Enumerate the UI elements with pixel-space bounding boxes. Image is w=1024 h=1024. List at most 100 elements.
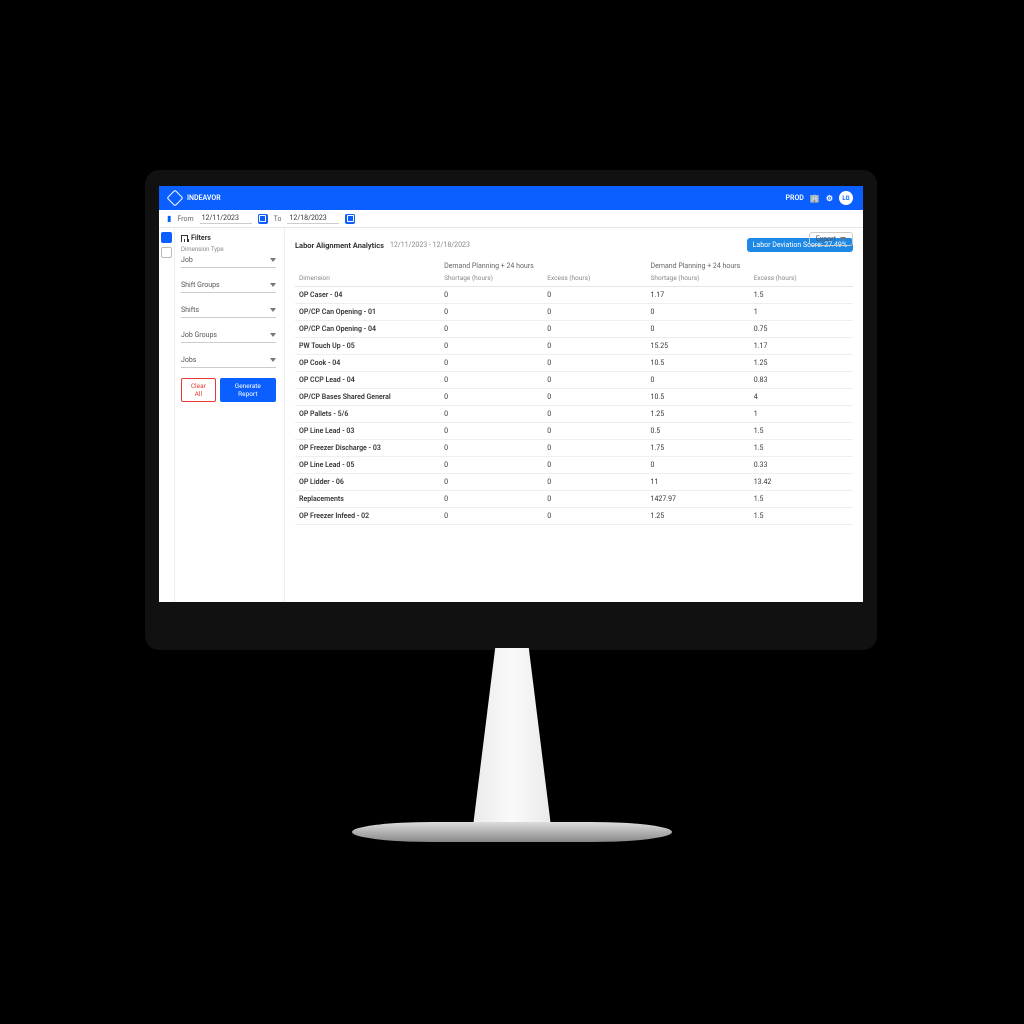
table-row[interactable]: PW Touch Up - 050015.251.17 <box>295 338 853 355</box>
report-area: Export Labor Alignment Analytics 12/11/2… <box>285 228 863 602</box>
cell-shortage-a: 0 <box>440 406 543 423</box>
monitor-base <box>352 822 672 842</box>
table-row[interactable]: OP/CP Bases Shared General0010.54 <box>295 389 853 406</box>
cell-excess-b: 4 <box>750 389 853 406</box>
from-date-input[interactable] <box>200 213 252 224</box>
cell-excess-a: 0 <box>543 338 646 355</box>
cell-excess-b: 1.5 <box>750 287 853 304</box>
dimension-type-select[interactable]: Job <box>181 253 276 268</box>
chevron-down-icon <box>270 358 276 362</box>
building-icon[interactable]: 🏢 <box>810 194 820 203</box>
cell-shortage-a: 0 <box>440 508 543 525</box>
table-row[interactable]: OP Freezer Infeed - 02001.251.5 <box>295 508 853 525</box>
filter-icon <box>181 235 188 242</box>
cell-shortage-b: 1427.97 <box>647 491 750 508</box>
cell-excess-a: 0 <box>543 406 646 423</box>
rail-secondary-icon[interactable] <box>161 247 172 258</box>
job-groups-select[interactable]: Job Groups <box>181 328 276 343</box>
cell-shortage-a: 0 <box>440 304 543 321</box>
table-row[interactable]: OP/CP Can Opening - 040000.75 <box>295 321 853 338</box>
calendar-icon[interactable] <box>258 214 268 224</box>
cell-excess-b: 1.5 <box>750 423 853 440</box>
cell-dimension: OP/CP Bases Shared General <box>295 389 440 406</box>
rail-analytics-icon[interactable] <box>161 232 172 243</box>
col-dimension: Dimension <box>295 272 440 287</box>
report-title: Labor Alignment Analytics <box>295 241 384 250</box>
chevron-down-icon <box>270 333 276 337</box>
select-label: Job Groups <box>181 331 217 339</box>
table-row[interactable]: OP Caser - 04001.171.5 <box>295 287 853 304</box>
cell-excess-a: 0 <box>543 423 646 440</box>
cell-shortage-a: 0 <box>440 321 543 338</box>
table-row[interactable]: OP Line Lead - 050000.33 <box>295 457 853 474</box>
table-row[interactable]: OP Cook - 040010.51.25 <box>295 355 853 372</box>
table-row[interactable]: OP/CP Can Opening - 010001 <box>295 304 853 321</box>
column-group-b: Demand Planning + 24 hours <box>647 258 853 272</box>
cell-excess-b: 13.42 <box>750 474 853 491</box>
cell-shortage-b: 0 <box>647 321 750 338</box>
clear-all-button[interactable]: Clear All <box>181 378 216 402</box>
cell-shortage-b: 1.25 <box>647 508 750 525</box>
cell-shortage-a: 0 <box>440 287 543 304</box>
generate-report-button[interactable]: Generate Report <box>220 378 276 402</box>
table-row[interactable]: OP Line Lead - 03000.51.5 <box>295 423 853 440</box>
cell-shortage-b: 1.17 <box>647 287 750 304</box>
select-label: Shift Groups <box>181 281 220 289</box>
cell-dimension: OP Freezer Infeed - 02 <box>295 508 440 525</box>
cell-shortage-a: 0 <box>440 491 543 508</box>
cell-excess-b: 1.25 <box>750 355 853 372</box>
cell-dimension: OP Lidder - 06 <box>295 474 440 491</box>
cell-dimension: PW Touch Up - 05 <box>295 338 440 355</box>
to-label: To <box>274 215 282 223</box>
cell-shortage-a: 0 <box>440 474 543 491</box>
chart-icon: ▮ <box>167 214 171 223</box>
table-row[interactable]: OP Freezer Discharge - 03001.751.5 <box>295 440 853 457</box>
avatar[interactable]: LG <box>839 191 853 205</box>
cell-excess-a: 0 <box>543 389 646 406</box>
table-row[interactable]: OP CCP Lead - 040000.83 <box>295 372 853 389</box>
select-label: Shifts <box>181 306 199 314</box>
col-shortage-b: Shortage (hours) <box>647 272 750 287</box>
to-date-input[interactable] <box>287 213 339 224</box>
cell-shortage-b: 0 <box>647 457 750 474</box>
jobs-select[interactable]: Jobs <box>181 353 276 368</box>
table-row[interactable]: Replacements001427.971.5 <box>295 491 853 508</box>
cell-shortage-b: 10.5 <box>647 389 750 406</box>
cell-shortage-b: 1.75 <box>647 440 750 457</box>
cell-dimension: OP Line Lead - 05 <box>295 457 440 474</box>
calendar-icon[interactable] <box>345 214 355 224</box>
analytics-table: Demand Planning + 24 hours Demand Planni… <box>295 258 853 525</box>
cell-shortage-a: 0 <box>440 389 543 406</box>
cell-shortage-b: 0.5 <box>647 423 750 440</box>
chevron-down-icon <box>270 258 276 262</box>
cell-dimension: OP/CP Can Opening - 01 <box>295 304 440 321</box>
from-label: From <box>177 215 193 223</box>
shift-groups-select[interactable]: Shift Groups <box>181 278 276 293</box>
cell-dimension: OP CCP Lead - 04 <box>295 372 440 389</box>
cell-excess-b: 0.83 <box>750 372 853 389</box>
nav-rail <box>159 228 175 602</box>
cell-excess-a: 0 <box>543 304 646 321</box>
chevron-down-icon <box>840 237 846 241</box>
chevron-down-icon <box>270 283 276 287</box>
cell-excess-a: 0 <box>543 457 646 474</box>
filters-title: Filters <box>191 234 211 242</box>
cell-dimension: OP/CP Can Opening - 04 <box>295 321 440 338</box>
table-row[interactable]: OP Lidder - 06001113.42 <box>295 474 853 491</box>
cell-excess-a: 0 <box>543 474 646 491</box>
cell-dimension: Replacements <box>295 491 440 508</box>
filters-panel: Filters Dimension Type Job Shift Groups … <box>175 228 285 602</box>
cell-dimension: OP Freezer Discharge - 03 <box>295 440 440 457</box>
gear-icon[interactable]: ⚙ <box>826 194 833 203</box>
cell-excess-a: 0 <box>543 440 646 457</box>
shifts-select[interactable]: Shifts <box>181 303 276 318</box>
report-range: 12/11/2023 - 12/18/2023 <box>390 241 470 249</box>
cell-dimension: OP Cook - 04 <box>295 355 440 372</box>
cell-excess-a: 0 <box>543 287 646 304</box>
cell-shortage-a: 0 <box>440 338 543 355</box>
export-button[interactable]: Export <box>809 232 853 246</box>
table-row[interactable]: OP Pallets - 5/6001.251 <box>295 406 853 423</box>
chevron-down-icon <box>270 308 276 312</box>
cell-shortage-b: 0 <box>647 372 750 389</box>
cell-excess-b: 1.5 <box>750 491 853 508</box>
